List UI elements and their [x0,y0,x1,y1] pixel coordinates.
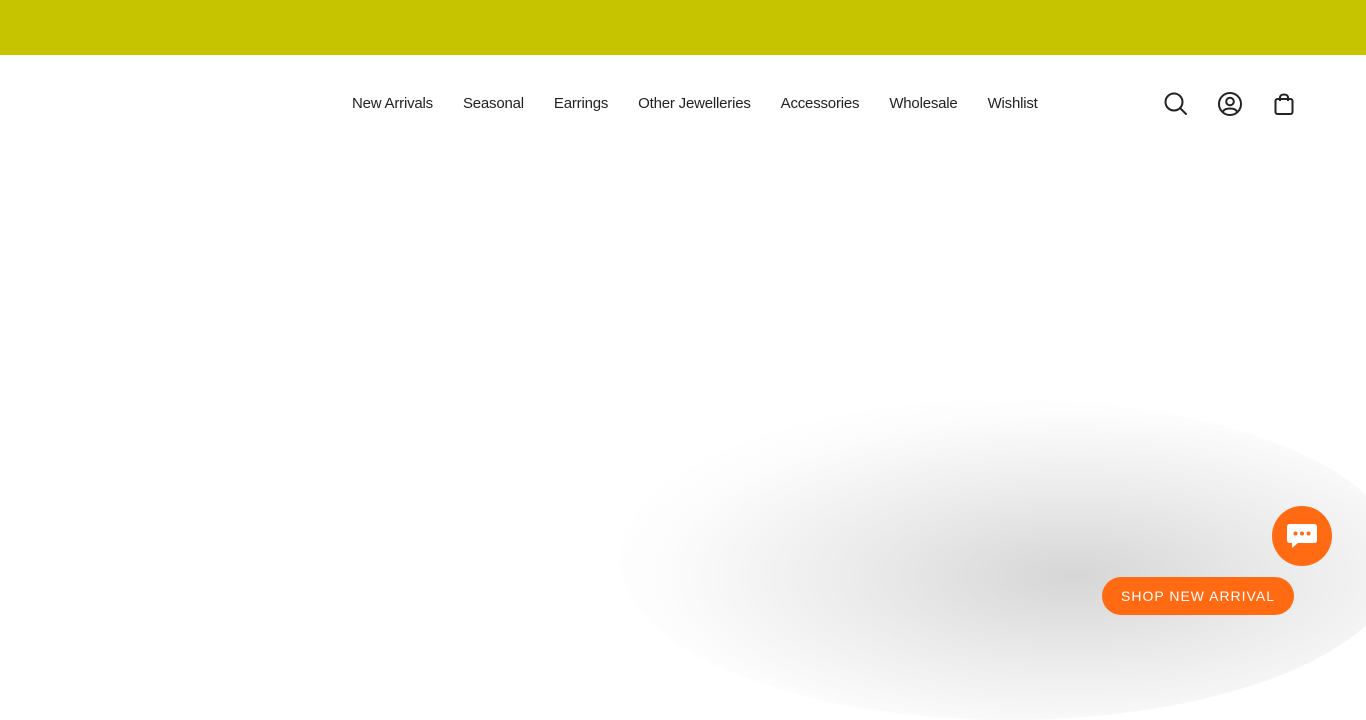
announcement-bar [0,0,1366,55]
chat-button[interactable] [1272,506,1332,566]
nav-item-wishlist[interactable]: Wishlist [988,95,1038,112]
nav-item-new-arrivals[interactable]: New Arrivals [352,95,433,112]
nav-item-earrings[interactable]: Earrings [554,95,608,112]
header-icons [1163,91,1297,117]
nav-item-accessories[interactable]: Accessories [781,95,860,112]
account-icon[interactable] [1217,91,1243,117]
nav-item-other-jewelleries[interactable]: Other Jewelleries [638,95,751,112]
chat-bubble-icon [1287,524,1317,548]
nav-item-wholesale[interactable]: Wholesale [889,95,957,112]
site-header: New Arrivals Seasonal Earrings Other Jew… [0,55,1366,155]
search-icon[interactable] [1163,91,1189,117]
cart-icon[interactable] [1271,91,1297,117]
main-nav: New Arrivals Seasonal Earrings Other Jew… [352,95,1038,112]
nav-item-seasonal[interactable]: Seasonal [463,95,524,112]
background-glow [620,400,1366,720]
shop-new-arrival-button[interactable]: SHOP NEW ARRIVAL [1102,577,1294,615]
